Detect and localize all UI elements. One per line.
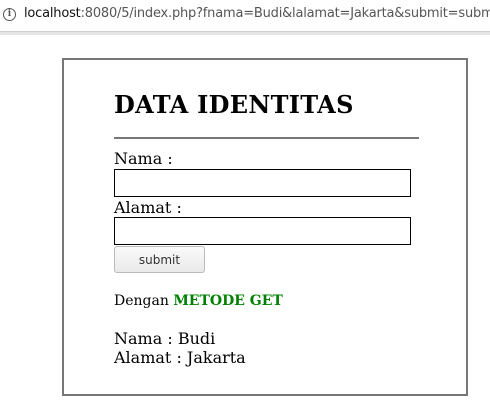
- url-host: localhost: [24, 6, 81, 21]
- alamat-label: Alamat :: [114, 198, 182, 217]
- address-bar[interactable]: i localhost:8080/5/index.php?fnama=Budi&…: [0, 0, 490, 30]
- page-title: DATA IDENTITAS: [114, 90, 354, 119]
- info-icon[interactable]: i: [3, 8, 16, 21]
- method-name: METODE GET: [173, 293, 283, 309]
- submit-button[interactable]: submit: [114, 246, 205, 273]
- url-path: :8080/5/index.php?fnama=Budi&lalamat=Jak…: [80, 6, 490, 21]
- alamat-input[interactable]: [114, 217, 411, 245]
- method-line: Dengan METODE GET: [114, 293, 283, 309]
- toolbar-divider: [0, 31, 490, 35]
- nama-label: Nama :: [114, 149, 173, 168]
- url-text[interactable]: localhost:8080/5/index.php?fnama=Budi&la…: [24, 6, 490, 21]
- result-alamat: Alamat : Jakarta: [114, 348, 246, 367]
- method-prefix: Dengan: [114, 293, 169, 309]
- result-nama: Nama : Budi: [114, 329, 216, 348]
- nama-input[interactable]: [114, 169, 411, 197]
- identity-panel: DATA IDENTITAS Nama : Alamat : submit De…: [62, 58, 468, 396]
- title-divider: [114, 137, 419, 139]
